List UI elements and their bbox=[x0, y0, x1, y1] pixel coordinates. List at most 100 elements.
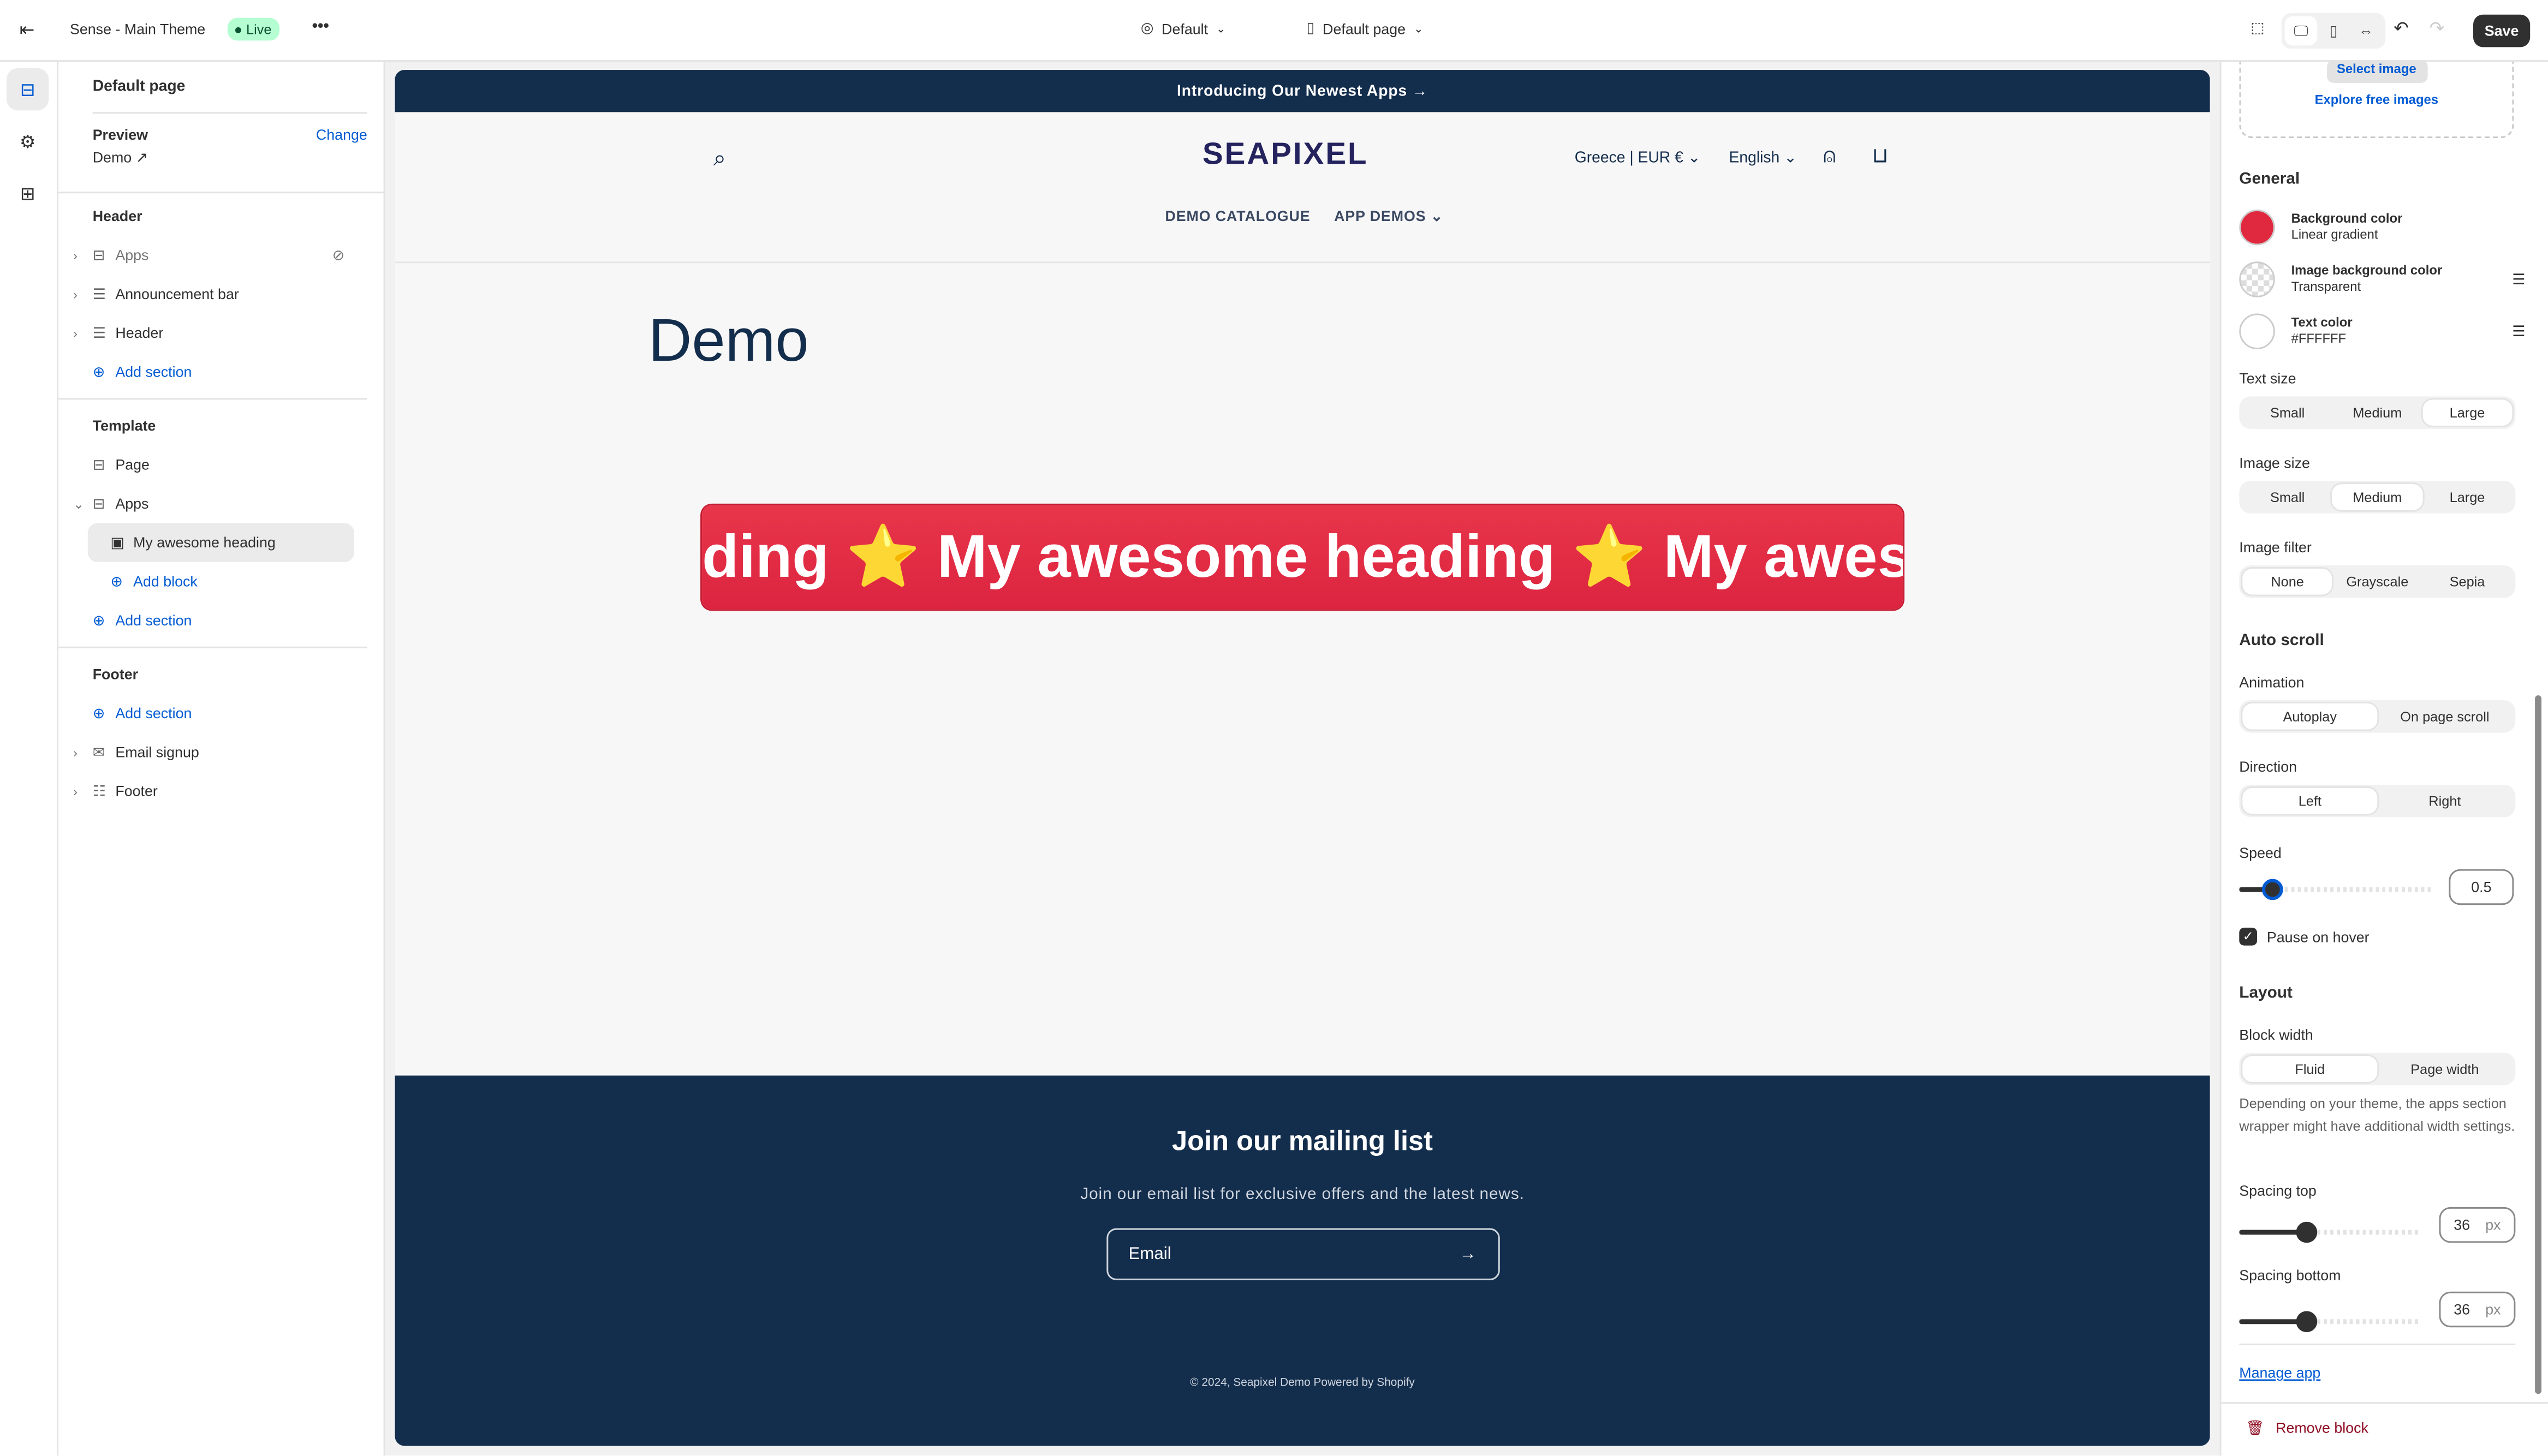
scrollbar[interactable] bbox=[2535, 695, 2542, 1394]
section-item-apps[interactable]: › ⊟ Apps ⊘ bbox=[73, 236, 384, 275]
unit-label: px bbox=[2485, 1216, 2501, 1233]
chevron-right-icon[interactable]: › bbox=[73, 784, 93, 798]
block-width-option[interactable]: Fluid bbox=[2242, 1056, 2378, 1082]
marquee-heading-block[interactable]: ding ⭐ My awesome heading ⭐ My aweson bbox=[702, 505, 1903, 610]
direction-option[interactable]: Left bbox=[2242, 787, 2378, 814]
color-setting[interactable]: Background color Linear gradient bbox=[2239, 208, 2525, 247]
speed-slider[interactable] bbox=[2239, 879, 2431, 900]
store-logo[interactable]: SEAPIXEL bbox=[1202, 138, 1368, 174]
section-item-footer[interactable]: › ☷ Footer bbox=[73, 772, 384, 810]
full-width-icon[interactable]: ⇔ bbox=[2350, 16, 2383, 46]
spacing-top-handle[interactable] bbox=[2296, 1221, 2318, 1243]
email-input[interactable]: Email → bbox=[1105, 1228, 1499, 1280]
desktop-icon[interactable]: 🖵 bbox=[2284, 16, 2318, 46]
dynamic-source-icon[interactable]: ☰ bbox=[2512, 323, 2525, 341]
color-swatch[interactable] bbox=[2239, 210, 2275, 246]
section-item-email-signup[interactable]: › ✉ Email signup bbox=[73, 733, 384, 772]
cart-icon[interactable]: ⊔ bbox=[1872, 143, 1889, 169]
animation-option[interactable]: On page scroll bbox=[2377, 703, 2512, 730]
block-item-my-awesome-heading[interactable]: ▣ My awesome heading bbox=[87, 523, 354, 563]
image-picker: Select image Explore free images bbox=[2239, 62, 2514, 139]
search-icon[interactable]: ⌕ bbox=[713, 145, 726, 172]
image-filter-option[interactable]: Grayscale bbox=[2332, 569, 2422, 595]
section-item-header[interactable]: › ☰ Header bbox=[73, 314, 384, 353]
section-label: Header bbox=[115, 325, 164, 342]
redo-icon[interactable]: ↷ bbox=[2430, 18, 2444, 39]
undo-icon[interactable]: ↶ bbox=[2394, 18, 2408, 39]
sections-icon[interactable]: ⊟ bbox=[6, 68, 49, 111]
animation-segmented: Autoplay On page scroll bbox=[2239, 700, 2516, 733]
dynamic-source-icon[interactable]: ☰ bbox=[2512, 271, 2525, 289]
spacing-bottom-handle[interactable] bbox=[2296, 1311, 2318, 1333]
color-swatch[interactable] bbox=[2239, 261, 2275, 297]
image-size-option[interactable]: Medium bbox=[2332, 484, 2422, 510]
text-size-option[interactable]: Large bbox=[2422, 399, 2513, 426]
spacing-top-input[interactable]: 36 px bbox=[2439, 1207, 2516, 1243]
chevron-right-icon[interactable]: › bbox=[73, 745, 93, 760]
change-preview-link[interactable]: Change bbox=[316, 127, 367, 143]
apps-icon: ⊟ bbox=[92, 246, 105, 262]
block-width-segmented: Fluid Page width bbox=[2239, 1053, 2516, 1085]
block-label: My awesome heading bbox=[133, 534, 276, 551]
checkmark-icon[interactable]: ✓ bbox=[2239, 927, 2258, 946]
add-section-button[interactable]: ⊕ Add section bbox=[93, 694, 384, 732]
spacing-bottom-slider[interactable] bbox=[2239, 1311, 2421, 1333]
animation-option[interactable]: Autoplay bbox=[2242, 703, 2378, 730]
page-title: Demo bbox=[648, 307, 809, 374]
chevron-right-icon[interactable]: › bbox=[73, 248, 93, 262]
spacing-top-slider[interactable] bbox=[2239, 1221, 2421, 1243]
text-size-option[interactable]: Medium bbox=[2332, 399, 2422, 426]
save-button[interactable]: Save bbox=[2473, 14, 2531, 47]
theme-preset-selector[interactable]: ◎ Default ⌄ bbox=[1141, 20, 1226, 38]
remove-block-button[interactable]: 🗑 Remove block bbox=[2246, 1420, 2368, 1438]
mobile-icon[interactable]: ▯ bbox=[2317, 16, 2350, 46]
chevron-down-icon[interactable]: ⌄ bbox=[73, 496, 93, 511]
nav-app-demos[interactable]: APP DEMOS ⌄ bbox=[1334, 208, 1443, 226]
section-item-announcement-bar[interactable]: › ☰ Announcement bar bbox=[73, 275, 384, 313]
text-size-option[interactable]: Small bbox=[2242, 399, 2332, 426]
add-section-label: Add section bbox=[115, 612, 192, 629]
chevron-right-icon[interactable]: › bbox=[73, 326, 93, 341]
arrow-right-icon[interactable]: → bbox=[1459, 1244, 1476, 1264]
explore-images-link[interactable]: Explore free images bbox=[2241, 93, 2512, 108]
color-setting[interactable]: Text color #FFFFFF ☰ bbox=[2239, 312, 2525, 351]
add-section-button[interactable]: ⊕ Add section bbox=[93, 601, 384, 640]
nav-demo-catalogue[interactable]: DEMO CATALOGUE bbox=[1165, 208, 1311, 224]
hidden-eye-icon[interactable]: ⊘ bbox=[332, 246, 344, 264]
language-selector[interactable]: English ⌄ bbox=[1729, 150, 1797, 168]
section-item-apps-template[interactable]: ⌄ ⊟ Apps bbox=[73, 484, 384, 523]
speed-slider-handle[interactable] bbox=[2262, 879, 2283, 900]
pause-on-hover-checkbox[interactable]: ✓ Pause on hover bbox=[2239, 927, 2370, 946]
select-image-button[interactable]: Select image bbox=[2326, 62, 2427, 83]
block-width-option[interactable]: Page width bbox=[2377, 1056, 2512, 1082]
add-block-button[interactable]: ⊕ Add block bbox=[93, 562, 384, 601]
color-value: Linear gradient bbox=[2291, 227, 2378, 242]
more-actions-button[interactable]: ••• bbox=[312, 18, 329, 36]
add-section-button[interactable]: ⊕ Add section bbox=[93, 353, 384, 391]
image-size-option[interactable]: Large bbox=[2422, 484, 2513, 510]
color-swatch[interactable] bbox=[2239, 313, 2275, 350]
section-item-page[interactable]: ⊟ Page bbox=[93, 445, 384, 484]
auto-scroll-heading: Auto scroll bbox=[2239, 632, 2324, 650]
account-icon[interactable]: ⍝ bbox=[1823, 143, 1836, 169]
announcement-bar[interactable]: Introducing Our Newest Apps → bbox=[395, 70, 2210, 112]
settings-gear-icon[interactable]: ⚙ bbox=[7, 120, 49, 162]
inspector-select-icon[interactable]: ⬚ bbox=[2251, 20, 2264, 38]
image-filter-option[interactable]: Sepia bbox=[2422, 569, 2513, 595]
theme-name: Sense - Main Theme bbox=[70, 21, 206, 38]
spacing-bottom-input[interactable]: 36 px bbox=[2439, 1291, 2516, 1328]
chevron-right-icon[interactable]: › bbox=[73, 287, 93, 301]
image-size-option[interactable]: Small bbox=[2242, 484, 2332, 510]
image-size-segmented: Small Medium Large bbox=[2239, 481, 2516, 514]
preview-value[interactable]: Demo ↗ bbox=[58, 143, 383, 192]
app-embeds-icon[interactable]: ⊞ bbox=[7, 172, 49, 214]
image-filter-option[interactable]: None bbox=[2242, 568, 2332, 595]
page-selector[interactable]: ▯ Default page ⌄ bbox=[1307, 20, 1424, 38]
color-setting[interactable]: Image background color Transparent ☰ bbox=[2239, 260, 2525, 299]
manage-app-link[interactable]: Manage app bbox=[2239, 1365, 2320, 1381]
chevron-down-icon: ⌄ bbox=[1216, 23, 1226, 35]
country-selector[interactable]: Greece | EUR € ⌄ bbox=[1575, 150, 1701, 168]
exit-icon[interactable]: ⇤ bbox=[20, 20, 34, 41]
direction-option[interactable]: Right bbox=[2377, 788, 2512, 814]
speed-input[interactable]: 0.5 bbox=[2449, 869, 2514, 905]
